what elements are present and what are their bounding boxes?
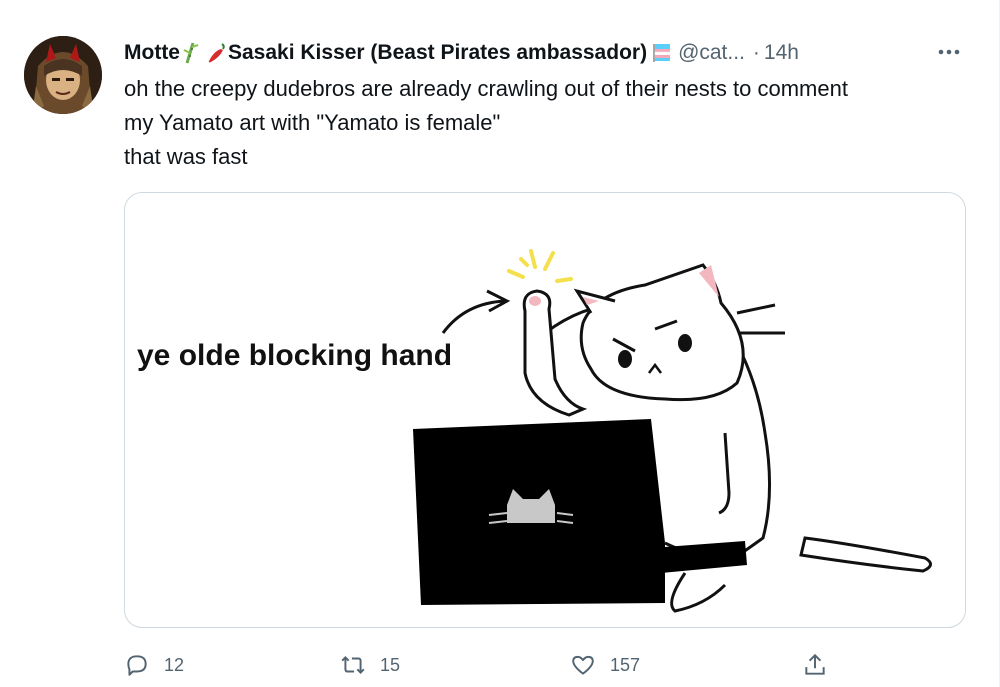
tweet-text: oh the creepy dudebros are already crawl… (124, 72, 974, 174)
like-button[interactable]: 157 (570, 650, 640, 680)
retweet-button[interactable]: 15 (340, 650, 400, 680)
user-handle[interactable]: @cat... (678, 41, 745, 65)
tweet-text-line: that was fast (124, 144, 248, 169)
sparkle-marks (507, 249, 573, 283)
avatar-image (24, 36, 102, 114)
header-separator: · (752, 41, 760, 64)
tweet-header: Motte Sasaki Kisser (Beast Pirates ambas… (124, 38, 974, 68)
more-horizontal-icon (938, 49, 960, 55)
cat-head (579, 263, 745, 402)
reply-count: 12 (164, 654, 185, 675)
reply-button[interactable]: 12 (124, 650, 184, 680)
display-name-part1: Motte (124, 41, 180, 64)
share-icon (805, 653, 825, 675)
avatar[interactable] (24, 36, 102, 114)
flags-emoji-icon (653, 44, 671, 62)
tweet-action-bar: 12 15 157 (124, 650, 844, 680)
timestamp[interactable]: 14h (764, 41, 799, 65)
chili-pepper-emoji-icon (208, 43, 225, 63)
more-options-button[interactable] (934, 40, 964, 64)
reply-icon (127, 655, 147, 676)
display-name-part2: Sasaki Kisser (Beast Pirates ambassador) (228, 41, 648, 64)
display-name[interactable]: Motte Sasaki Kisser (Beast Pirates ambas… (124, 41, 674, 65)
tweet-text-line: my Yamato art with "Yamato is female" (124, 110, 501, 135)
retweet-count: 15 (380, 654, 401, 675)
cat-laptop-illustration (413, 249, 932, 613)
retweet-icon (341, 656, 365, 674)
like-count: 157 (610, 654, 641, 675)
cat-tail (799, 536, 932, 573)
tweet-text-line: oh the creepy dudebros are already crawl… (124, 76, 848, 101)
bamboo-emoji-icon (183, 42, 199, 64)
tweet-media-card[interactable]: ye olde blocking hand (124, 192, 966, 628)
heart-icon (572, 655, 594, 675)
share-button[interactable] (802, 650, 828, 680)
